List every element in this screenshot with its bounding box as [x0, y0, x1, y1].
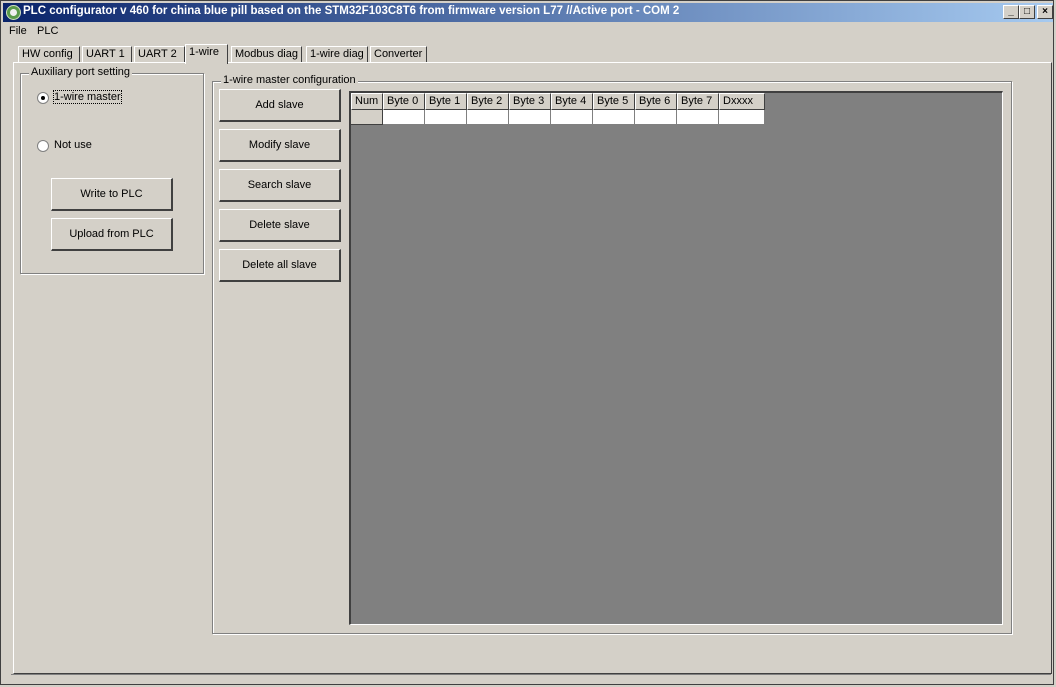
grid-cell[interactable]: [551, 110, 593, 125]
close-button[interactable]: ×: [1037, 5, 1053, 19]
grid-cell[interactable]: [425, 110, 467, 125]
grid-header-dxxxx[interactable]: Dxxxx: [719, 93, 765, 110]
maximize-button[interactable]: □: [1019, 5, 1035, 19]
grid-cell[interactable]: [677, 110, 719, 125]
status-divider: [11, 674, 1051, 675]
radio-not-use-label[interactable]: Not use: [54, 139, 92, 151]
grid-header-byte-3[interactable]: Byte 3: [509, 93, 551, 110]
grid-header-byte-6[interactable]: Byte 6: [635, 93, 677, 110]
tab-converter[interactable]: Converter: [370, 46, 427, 63]
app-icon: [6, 5, 21, 20]
menu-file[interactable]: File: [9, 25, 27, 37]
tab-modbus-diag[interactable]: Modbus diag: [231, 46, 302, 63]
window-title: PLC configurator v 460 for china blue pi…: [23, 5, 680, 17]
grid-header-byte-0[interactable]: Byte 0: [383, 93, 425, 110]
grid-cell[interactable]: [467, 110, 509, 125]
delete-slave-button[interactable]: Delete slave: [219, 209, 341, 242]
master-config-title: 1-wire master configuration: [221, 74, 358, 86]
radio-not-use[interactable]: [37, 140, 49, 152]
grid-cell[interactable]: [383, 110, 425, 125]
slave-grid[interactable]: Num Byte 0 Byte 1 Byte 2 Byte 3 Byte 4 B…: [349, 91, 1003, 625]
grid-header-byte-5[interactable]: Byte 5: [593, 93, 635, 110]
auxiliary-port-title: Auxiliary port setting: [29, 66, 133, 78]
tab-uart-2[interactable]: UART 2: [134, 46, 185, 63]
modify-slave-button[interactable]: Modify slave: [219, 129, 341, 162]
title-bar[interactable]: PLC configurator v 460 for china blue pi…: [3, 3, 1053, 22]
radio-1-wire-master-label[interactable]: 1-wire master: [53, 90, 122, 104]
grid-cell[interactable]: [635, 110, 677, 125]
grid-header-num[interactable]: Num: [351, 93, 383, 110]
grid-cell-num[interactable]: [351, 110, 383, 125]
menu-plc[interactable]: PLC: [37, 25, 58, 37]
add-slave-button[interactable]: Add slave: [219, 89, 341, 122]
grid-header-byte-7[interactable]: Byte 7: [677, 93, 719, 110]
grid-header-byte-2[interactable]: Byte 2: [467, 93, 509, 110]
delete-all-slave-button[interactable]: Delete all slave: [219, 249, 341, 282]
grid-header-byte-4[interactable]: Byte 4: [551, 93, 593, 110]
write-to-plc-button[interactable]: Write to PLC: [51, 178, 173, 211]
upload-from-plc-button[interactable]: Upload from PLC: [51, 218, 173, 251]
tab-uart-1[interactable]: UART 1: [82, 46, 132, 63]
main-window: PLC configurator v 460 for china blue pi…: [0, 0, 1054, 685]
tab-1-wire[interactable]: 1-wire: [185, 44, 228, 64]
grid-cell[interactable]: [509, 110, 551, 125]
grid-cell[interactable]: [719, 110, 765, 125]
search-slave-button[interactable]: Search slave: [219, 169, 341, 202]
grid-header-byte-1[interactable]: Byte 1: [425, 93, 467, 110]
minimize-button[interactable]: _: [1003, 5, 1019, 19]
radio-1-wire-master[interactable]: [37, 92, 49, 104]
grid-cell[interactable]: [593, 110, 635, 125]
menu-bar: File PLC: [3, 23, 1053, 40]
tab-1-wire-diag[interactable]: 1-wire diag: [306, 46, 368, 63]
tab-hw-config[interactable]: HW config: [18, 46, 80, 63]
